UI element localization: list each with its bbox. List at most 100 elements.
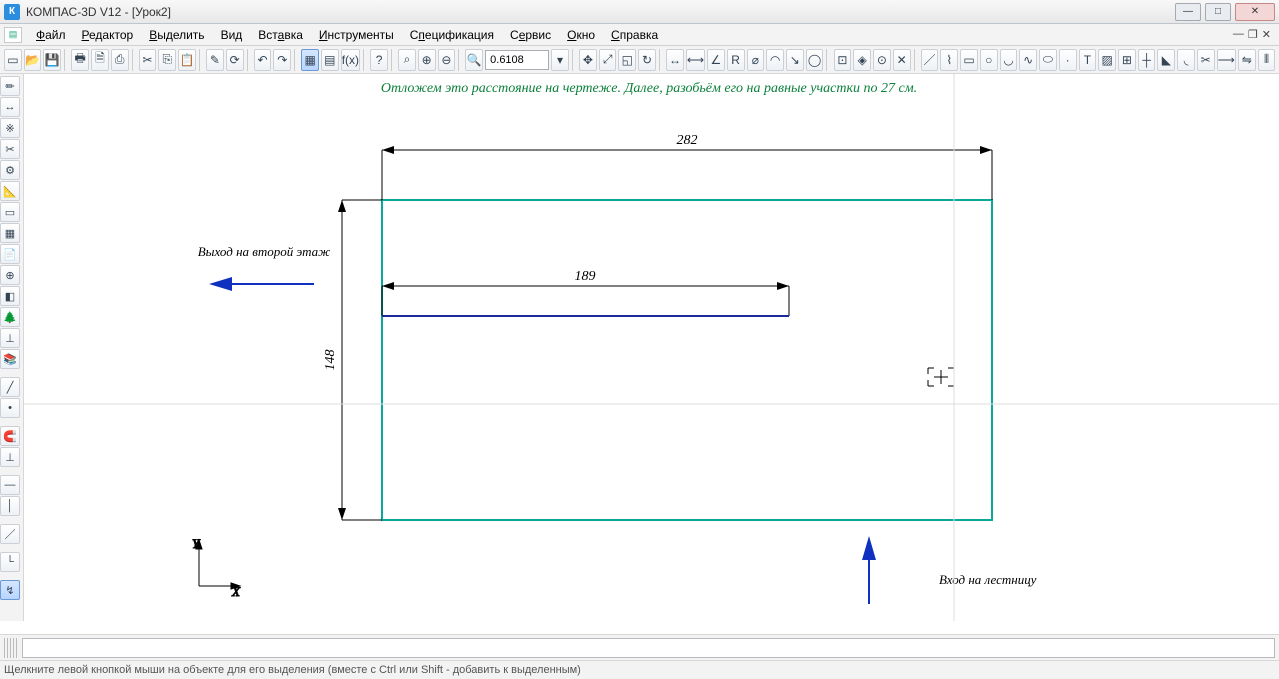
undo-button[interactable]: ↶: [254, 49, 272, 71]
arc-button[interactable]: ◡: [1000, 49, 1018, 71]
dim-radius-button[interactable]: R: [727, 49, 745, 71]
balloon-button[interactable]: ◯: [806, 49, 824, 71]
fillet-button[interactable]: ◟: [1177, 49, 1195, 71]
axis-button[interactable]: ┼: [1138, 49, 1156, 71]
measure-panel-button[interactable]: 📐: [0, 181, 20, 201]
edit-panel-button[interactable]: ✂: [0, 139, 20, 159]
pan-button[interactable]: ✥: [579, 49, 597, 71]
menu-tools[interactable]: Инструменты: [311, 26, 402, 44]
tree-panel-button[interactable]: 🌲: [0, 307, 20, 327]
new-button[interactable]: ▭: [4, 49, 22, 71]
point-button[interactable]: ·: [1059, 49, 1077, 71]
ellipse-button[interactable]: ⬭: [1039, 49, 1057, 71]
views-panel-button[interactable]: ◧: [0, 286, 20, 306]
doc-menu-icon[interactable]: ▤: [4, 27, 22, 43]
refresh-button[interactable]: ⟳: [226, 49, 244, 71]
preview-button[interactable]: 🗎: [91, 49, 109, 71]
menu-service[interactable]: Сервис: [502, 26, 559, 44]
menu-edit[interactable]: Редактор: [74, 26, 142, 44]
minimize-button[interactable]: —: [1175, 3, 1201, 21]
menu-help[interactable]: Справка: [603, 26, 666, 44]
library-button[interactable]: 📚: [0, 349, 20, 369]
brush-button[interactable]: ✎: [206, 49, 224, 71]
table-button[interactable]: ⊞: [1118, 49, 1136, 71]
save-button[interactable]: 💾: [43, 49, 61, 71]
seg-line-button[interactable]: ／: [0, 524, 20, 544]
zoom-in-button[interactable]: ⊕: [418, 49, 436, 71]
aux-point-button[interactable]: •: [0, 398, 20, 418]
zoom-dynamic-button[interactable]: 🔍: [465, 49, 483, 71]
dim-angle-button[interactable]: ∠: [707, 49, 725, 71]
circle-button[interactable]: ○: [980, 49, 998, 71]
ortho-toggle-button[interactable]: ⊥: [0, 447, 20, 467]
report-panel-button[interactable]: 📄: [0, 244, 20, 264]
menu-view[interactable]: Вид: [213, 26, 251, 44]
menu-insert[interactable]: Вставка: [250, 26, 311, 44]
close-button[interactable]: ✕: [1235, 3, 1275, 21]
active-tool-button[interactable]: ↯: [0, 580, 20, 600]
line-button[interactable]: ／: [921, 49, 939, 71]
insert-panel-button[interactable]: ⊕: [0, 265, 20, 285]
params-panel-button[interactable]: ⚙: [0, 160, 20, 180]
snap-end-button[interactable]: ⊡: [834, 49, 852, 71]
zoom-window-button[interactable]: ⌕: [398, 49, 416, 71]
mirror-button[interactable]: ⇋: [1238, 49, 1256, 71]
select-panel-button[interactable]: ▭: [0, 202, 20, 222]
redo-button[interactable]: ↷: [273, 49, 291, 71]
magnet-button[interactable]: 🧲: [0, 426, 20, 446]
snap-mid-button[interactable]: ◈: [853, 49, 871, 71]
spec-panel-button[interactable]: ▦: [0, 223, 20, 243]
menu-spec[interactable]: Спецификация: [402, 26, 502, 44]
paste-button[interactable]: 📋: [178, 49, 196, 71]
offset-button[interactable]: ⫴: [1258, 49, 1276, 71]
geometry-panel-button[interactable]: ✏: [0, 76, 20, 96]
layers-button[interactable]: ▤: [321, 49, 339, 71]
chamfer-button[interactable]: ◣: [1157, 49, 1175, 71]
menu-file[interactable]: Файл: [28, 26, 74, 44]
extend-button[interactable]: ⟶: [1217, 49, 1236, 71]
open-button[interactable]: 📂: [24, 49, 42, 71]
mdi-minimize-button[interactable]: —: [1233, 28, 1244, 41]
snap-center-button[interactable]: ⊙: [873, 49, 891, 71]
zoom-fit-button[interactable]: ⤢: [599, 49, 617, 71]
constraints-button[interactable]: ⊥: [0, 328, 20, 348]
corner-button[interactable]: └: [0, 552, 20, 572]
dim-linear-button[interactable]: ↔: [666, 49, 684, 71]
trim-button[interactable]: ✂: [1197, 49, 1215, 71]
mdi-close-button[interactable]: ✕: [1262, 28, 1271, 41]
leader-button[interactable]: ↘: [786, 49, 804, 71]
polyline-button[interactable]: ⌇: [940, 49, 958, 71]
rect-button[interactable]: ▭: [960, 49, 978, 71]
zoom-dropdown-button[interactable]: ▾: [551, 49, 569, 71]
dim-diameter-button[interactable]: ⌀: [747, 49, 765, 71]
regen-button[interactable]: ↻: [638, 49, 656, 71]
aux-line-button[interactable]: ╱: [0, 377, 20, 397]
maximize-button[interactable]: □: [1205, 3, 1231, 21]
hline-button[interactable]: —: [0, 475, 20, 495]
zoom-value-input[interactable]: [485, 50, 549, 70]
dim-aligned-button[interactable]: ⟷: [686, 49, 705, 71]
snap-intersect-button[interactable]: ✕: [893, 49, 911, 71]
properties-button[interactable]: ▦: [301, 49, 319, 71]
menu-select[interactable]: Выделить: [141, 26, 212, 44]
hatch-button[interactable]: ▨: [1098, 49, 1116, 71]
print-button[interactable]: 🖶: [71, 49, 89, 71]
cut-button[interactable]: ✂: [139, 49, 157, 71]
command-bar-handle[interactable]: [4, 638, 18, 658]
menu-window[interactable]: Окно: [559, 26, 603, 44]
dimensions-panel-button[interactable]: ↔: [0, 97, 20, 117]
drawing-canvas[interactable]: Отложем это расстояние на чертеже. Далее…: [24, 74, 1279, 621]
symbols-panel-button[interactable]: ※: [0, 118, 20, 138]
zoom-prev-button[interactable]: ◱: [618, 49, 636, 71]
copy-button[interactable]: ⎘: [158, 49, 176, 71]
zoom-out-button[interactable]: ⊖: [438, 49, 456, 71]
text-button[interactable]: T: [1079, 49, 1097, 71]
context-help-button[interactable]: ?: [370, 49, 388, 71]
command-input[interactable]: [22, 638, 1275, 658]
vline-button[interactable]: │: [0, 496, 20, 516]
spline-button[interactable]: ∿: [1019, 49, 1037, 71]
variables-button[interactable]: f(x): [341, 49, 360, 71]
dim-arc-button[interactable]: ◠: [766, 49, 784, 71]
mdi-restore-button[interactable]: ❐: [1248, 28, 1258, 41]
plot-button[interactable]: ⎙: [111, 49, 129, 71]
